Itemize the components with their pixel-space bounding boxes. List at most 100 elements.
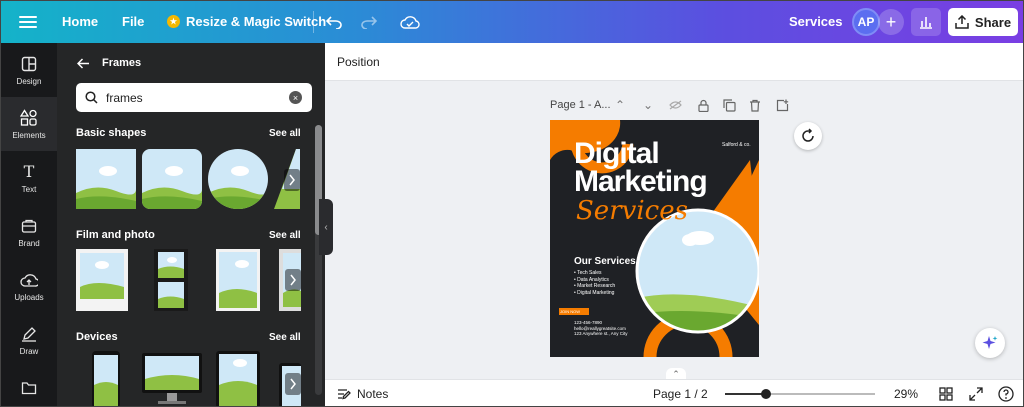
section-title-devices: Devices: [76, 331, 118, 343]
hide-page-icon[interactable]: [668, 98, 682, 112]
search-value: frames: [106, 91, 143, 105]
see-all-basic-shapes[interactable]: See all: [269, 128, 301, 139]
design-service-item: • Digital Marketing: [574, 289, 615, 296]
resize-magic-switch-button[interactable]: ★ Resize & Magic Switch: [167, 14, 326, 29]
zoom-slider-handle[interactable]: [760, 389, 771, 399]
help-icon[interactable]: [998, 386, 1014, 402]
left-rail: Design Elements T Text Brand Uploads Dra…: [1, 43, 57, 406]
rail-label: Elements: [12, 130, 46, 140]
resize-label: Resize & Magic Switch: [186, 14, 327, 29]
design-services-heading: Our Services: [574, 256, 636, 267]
design-cta: JOIN NOW: [560, 309, 580, 314]
panel-title: Frames: [102, 57, 142, 69]
frame-square[interactable]: [76, 149, 136, 209]
file-menu[interactable]: File: [122, 14, 144, 29]
rail-item-brand[interactable]: Brand: [1, 205, 57, 259]
refresh-design-button[interactable]: [794, 122, 822, 150]
search-input[interactable]: frames ×: [76, 83, 312, 112]
insights-button[interactable]: [911, 8, 941, 36]
position-button[interactable]: Position: [337, 55, 380, 69]
frame-tablet[interactable]: [216, 351, 260, 407]
notes-icon: [338, 389, 351, 400]
top-bar: Home File ★ Resize & Magic Switch Servic…: [1, 1, 1023, 43]
panel-header: Frames: [77, 57, 141, 69]
undo-icon[interactable]: [324, 12, 344, 32]
duplicate-page-icon[interactable]: [722, 98, 736, 112]
zoom-slider-fill: [725, 393, 766, 395]
uploads-icon: [20, 271, 38, 289]
back-arrow-icon[interactable]: [77, 57, 90, 69]
zoom-level[interactable]: 29%: [894, 387, 918, 401]
frame-rounded-square[interactable]: [142, 149, 202, 209]
design-title[interactable]: Services: [789, 14, 843, 29]
text-icon: T: [23, 162, 35, 181]
design-brand: Salford & co.: [722, 142, 751, 148]
section-title-basic-shapes: Basic shapes: [76, 127, 147, 139]
frame-film-strip[interactable]: [154, 249, 188, 311]
rail-label: Brand: [18, 238, 40, 248]
avatar[interactable]: AP: [852, 8, 880, 36]
redo-icon[interactable]: [359, 12, 379, 32]
clear-search-icon[interactable]: ×: [289, 91, 302, 104]
rail-item-projects[interactable]: [1, 367, 57, 406]
elements-icon: [20, 108, 38, 127]
notes-button[interactable]: Notes: [337, 387, 388, 401]
search-icon: [85, 91, 98, 104]
chevron-up-icon[interactable]: ⌃: [613, 98, 627, 112]
chevron-down-icon[interactable]: ⌄: [641, 98, 655, 112]
frame-phone[interactable]: [92, 351, 120, 407]
rotate-comment-icon: [802, 128, 814, 142]
frame-polaroid[interactable]: [76, 249, 128, 311]
cloud-saved-icon[interactable]: [400, 12, 420, 32]
plus-icon: +: [885, 11, 897, 32]
share-label: Share: [974, 14, 1012, 30]
frame-circle[interactable]: [208, 149, 268, 209]
design-title-line1: Digital: [574, 137, 660, 170]
divider: [313, 11, 314, 33]
menu-icon[interactable]: [19, 13, 37, 31]
frame-desktop[interactable]: [142, 353, 202, 407]
sparkle-icon: [982, 336, 998, 349]
rail-item-draw[interactable]: Draw: [1, 313, 57, 367]
chevron-left-icon: ‹: [324, 221, 328, 233]
app-window: Home File ★ Resize & Magic Switch Servic…: [0, 0, 1024, 407]
home-link[interactable]: Home: [62, 14, 98, 29]
page-counter[interactable]: Page 1 / 2: [653, 387, 708, 401]
rail-item-design[interactable]: Design: [1, 43, 57, 97]
frame-photo[interactable]: [216, 249, 260, 311]
rail-label: Design: [16, 76, 42, 86]
design-icon: [20, 55, 38, 73]
share-button[interactable]: Share: [948, 8, 1018, 36]
bottom-bar: Notes Page 1 / 2 29%: [325, 379, 1023, 406]
rail-label: Uploads: [14, 292, 44, 302]
fullscreen-icon[interactable]: [968, 386, 984, 402]
rail-item-elements[interactable]: Elements: [1, 97, 57, 151]
lock-icon[interactable]: [696, 98, 710, 112]
design-title-script: Services: [576, 196, 688, 226]
design-title-line2: Marketing: [574, 165, 708, 198]
page-title[interactable]: Page 1 - A...: [550, 99, 611, 111]
rail-item-uploads[interactable]: Uploads: [1, 259, 57, 313]
rail-item-text[interactable]: T Text: [1, 151, 57, 205]
frame-triangle[interactable]: [274, 149, 300, 209]
brand-icon: [20, 217, 38, 235]
magic-assistant-button[interactable]: [975, 328, 1005, 358]
grid-view-icon[interactable]: [938, 386, 954, 402]
add-collaborator-button[interactable]: +: [878, 9, 904, 35]
frame-film-partial[interactable]: [279, 249, 301, 311]
draw-icon: [20, 325, 38, 343]
design-contact: 123-456-7890 hello@reallygreatsite.com 1…: [574, 320, 628, 337]
see-all-devices[interactable]: See all: [269, 332, 301, 343]
frame-laptop-partial[interactable]: [279, 363, 301, 407]
trash-icon[interactable]: [748, 98, 762, 112]
design-address: 123 Anywhere st., Any City: [574, 331, 628, 336]
upload-icon: [955, 15, 969, 29]
see-all-film-photo[interactable]: See all: [269, 230, 301, 241]
frames-panel: Frames frames × Basic shapes See all Fil…: [57, 43, 325, 407]
bar-chart-icon: [920, 17, 932, 29]
section-title-film-photo: Film and photo: [76, 229, 155, 241]
collapse-panel-button[interactable]: ‹: [319, 199, 333, 255]
notes-label: Notes: [357, 387, 389, 401]
add-page-icon[interactable]: [775, 98, 789, 112]
design-canvas[interactable]: Salford & co. Digital Marketing Services…: [550, 120, 759, 357]
